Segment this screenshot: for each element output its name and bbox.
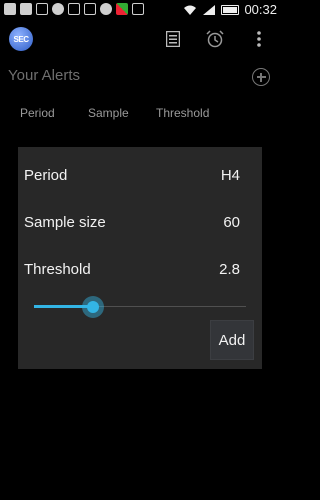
battery-icon [221,4,240,15]
period-label: Period [24,167,68,184]
add-alert-dialog: Period H4 Sample size 60 Threshold 2.8 A… [18,147,262,369]
pay-icon [36,3,48,15]
status-bar: 00:32 [0,0,281,20]
code-icon [132,3,144,15]
action-bar: SEC [0,20,281,60]
threshold-slider[interactable] [34,296,246,318]
check-icon [52,3,64,15]
photo-icon [68,3,80,15]
alarm-icon[interactable] [206,29,224,49]
terminal-icon [84,3,96,15]
threshold-label: Threshold [24,261,91,278]
status-time: 00:32 [244,2,277,17]
column-header-sample: Sample [88,106,129,120]
list-icon[interactable] [164,29,182,49]
mail-icon [20,3,32,15]
spotify-icon [100,3,112,15]
add-alert-icon[interactable] [252,68,270,86]
notification-icons [4,3,144,15]
column-header-period: Period [20,106,55,120]
column-header-threshold: Threshold [156,106,210,120]
sample-size-value[interactable]: 60 [223,214,240,231]
period-value[interactable]: H4 [221,167,240,184]
sample-size-label: Sample size [24,214,106,231]
add-button[interactable]: Add [210,320,254,360]
page-title: Your Alerts [8,67,80,84]
signal-icon [203,4,216,15]
overflow-menu-icon[interactable] [250,29,268,49]
slider-thumb[interactable] [82,296,105,318]
threshold-value: 2.8 [219,261,240,278]
store-icon [116,3,128,15]
system-icons: 00:32 [183,2,277,17]
app-logo[interactable]: SEC [9,27,33,51]
wifi-icon [184,5,197,15]
add-icon [4,3,16,15]
